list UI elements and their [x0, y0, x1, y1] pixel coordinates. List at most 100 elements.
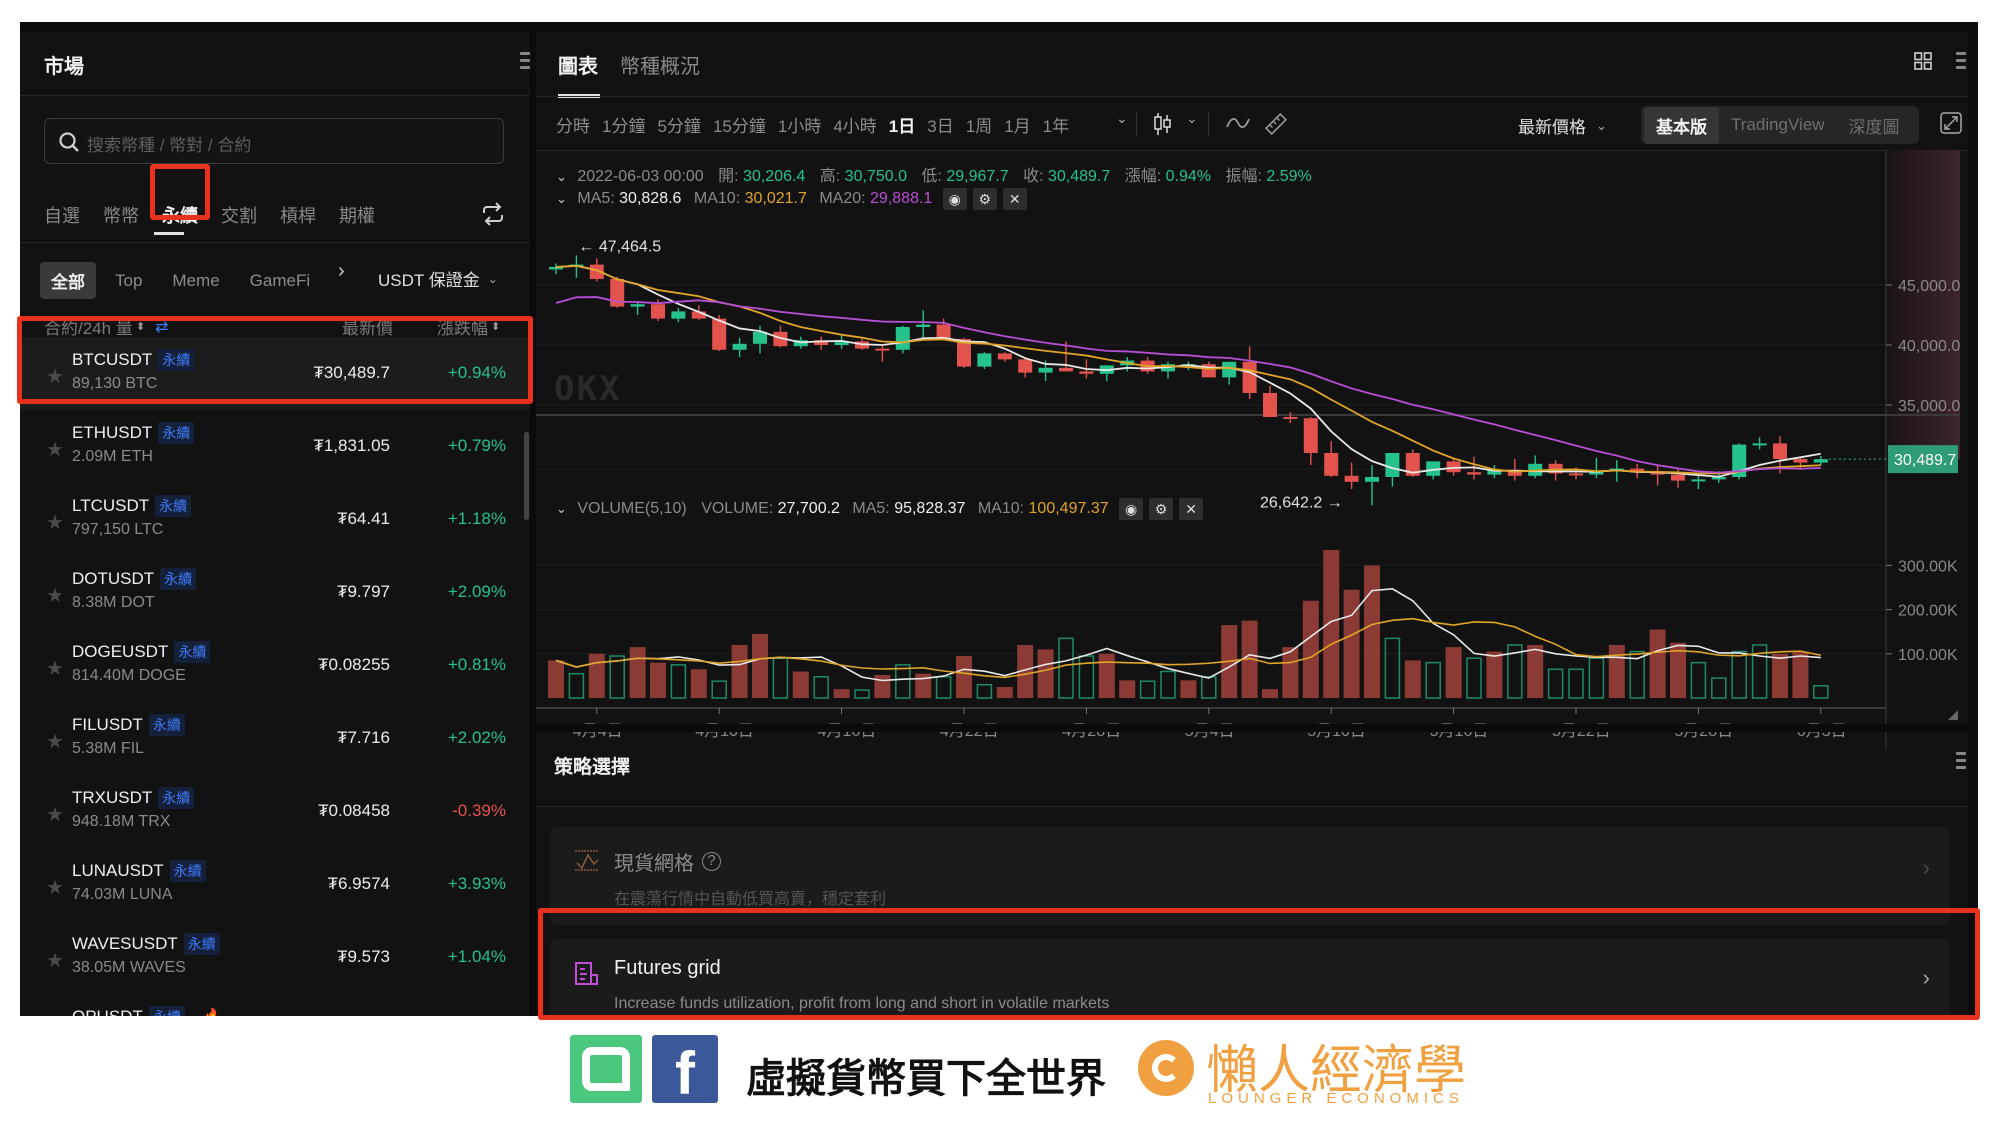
- indicator-wave-icon[interactable]: [1226, 116, 1250, 130]
- strategy-card-futures-grid[interactable]: Futures grid Increase funds utilization,…: [550, 939, 1950, 1016]
- volume-bar: [1262, 689, 1278, 698]
- view-option-2[interactable]: 深度圖: [1837, 107, 1912, 144]
- strategy-card-spot-grid[interactable]: 現貨網格 ? 在震蕩行情中自動低買高賣，穩定套利 ›: [550, 827, 1950, 925]
- market-row[interactable]: ★ LTCUSDT 永續 797,150 LTC ₮64.41 +1.18%: [20, 483, 530, 556]
- market-tab-5[interactable]: 期權: [339, 202, 375, 228]
- market-row[interactable]: ★ DOGEUSDT 永續 814.40M DOGE ₮0.08255 +0.81%: [20, 629, 530, 702]
- interval-3[interactable]: 15分鐘: [713, 112, 766, 137]
- candle-body: [651, 304, 665, 319]
- more-intervals-chevron-icon[interactable]: ⌄: [1116, 110, 1128, 127]
- column-header-change[interactable]: 漲跌幅 ⬍: [437, 314, 500, 339]
- candle-body: [977, 353, 992, 367]
- volume-bar: [1711, 677, 1727, 699]
- filter-chip-3[interactable]: GameFi: [239, 265, 321, 297]
- favorite-star-icon[interactable]: ★: [46, 510, 64, 535]
- fullscreen-icon[interactable]: [1940, 112, 1962, 134]
- line-logo-icon[interactable]: [570, 1035, 642, 1103]
- search-input[interactable]: 搜索幣種 / 幣對 / 合約: [44, 118, 504, 164]
- market-row[interactable]: ★ BTCUSDT 永續 89,130 BTC ₮30,489.7 +0.94%: [20, 337, 530, 410]
- interval-10[interactable]: 1年: [1043, 112, 1069, 137]
- candle-body: [671, 311, 686, 319]
- filter-chip-1[interactable]: Top: [104, 265, 153, 297]
- scrollbar[interactable]: [524, 432, 529, 520]
- price-tick-label: 35,000.0: [1898, 398, 1960, 415]
- market-row[interactable]: ★OPUSDT永續🔥₮1.5454+1.43%: [20, 994, 530, 1016]
- price-type-select[interactable]: 最新價格 ⌄: [1518, 113, 1607, 138]
- help-icon[interactable]: ?: [702, 852, 721, 871]
- swap-icon[interactable]: ⇄: [155, 317, 168, 337]
- favorite-star-icon[interactable]: ★: [46, 364, 64, 389]
- favorite-star-icon[interactable]: ★: [46, 729, 64, 754]
- market-row[interactable]: ★ WAVESUSDT 永續 38.05M WAVES ₮9.573 +1.04%: [20, 921, 530, 994]
- volume-tick-label: 200.00K: [1898, 603, 1958, 620]
- price-chart[interactable]: 45,000.0 40,000.0 35,000.0 300.00K 200.00K 10…: [536, 150, 1968, 750]
- interval-2[interactable]: 5分鐘: [657, 112, 700, 137]
- symbol-name: LTCUSDT: [72, 496, 150, 515]
- facebook-logo-icon[interactable]: f: [652, 1035, 718, 1107]
- interval-7[interactable]: 3日: [927, 112, 953, 137]
- filter-chip-0[interactable]: 全部: [40, 262, 96, 299]
- column-header-price[interactable]: 最新價: [342, 314, 393, 339]
- column-header-volume[interactable]: 合約/24h 量 ⬍ ⇄: [44, 314, 168, 339]
- filter-chip-2[interactable]: Meme: [161, 265, 230, 297]
- market-tab-0[interactable]: 自選: [44, 202, 80, 228]
- refresh-icon[interactable]: [480, 202, 506, 226]
- interval-5[interactable]: 4小時: [833, 112, 876, 137]
- price-tick-label: 40,000.0: [1898, 338, 1960, 355]
- volume-bar: [1302, 600, 1319, 698]
- interval-4[interactable]: 1小時: [778, 112, 821, 137]
- market-tab-1[interactable]: 幣幣: [103, 202, 139, 228]
- favorite-star-icon[interactable]: ★: [46, 656, 64, 681]
- drawing-ruler-icon[interactable]: [1264, 112, 1288, 136]
- panel-menu-icon[interactable]: [1956, 752, 1966, 772]
- interval-1[interactable]: 1分鐘: [602, 112, 645, 137]
- volume-bar: [1731, 650, 1747, 699]
- change-percent: +2.09%: [447, 582, 506, 601]
- view-option-1[interactable]: TradingView: [1719, 109, 1837, 141]
- interval-0[interactable]: 分時: [556, 112, 590, 137]
- ma5-line: [555, 264, 1821, 478]
- symbol-name: DOGEUSDT: [72, 642, 169, 661]
- filter-scroll-right-icon[interactable]: ›: [338, 260, 345, 283]
- favorite-star-icon[interactable]: ★: [46, 583, 64, 608]
- change-percent: +0.94%: [447, 363, 506, 382]
- candle-body: [1569, 473, 1583, 476]
- layout-grid-icon[interactable]: [1914, 52, 1932, 70]
- market-row[interactable]: ★ TRXUSDT 永續 948.18M TRX ₮0.08458 -0.39%: [20, 775, 530, 848]
- market-row[interactable]: ★ ETHUSDT 永續 2.09M ETH ₮1,831.05 +0.79%: [20, 410, 530, 483]
- volume-24h: 2.09M ETH: [72, 448, 153, 465]
- chart-type-chevron-icon[interactable]: ⌄: [1186, 110, 1198, 127]
- market-row[interactable]: ★ LUNAUSDT 永續 74.03M LUNA ₮6.9574 +3.93%: [20, 848, 530, 921]
- panel-menu-icon[interactable]: [520, 52, 530, 72]
- favorite-star-icon[interactable]: ★: [46, 802, 64, 827]
- margin-select[interactable]: USDT 保證金 ⌄: [378, 266, 498, 291]
- perpetual-badge: 永續: [169, 860, 206, 882]
- market-tab-4[interactable]: 槓桿: [280, 202, 316, 228]
- market-row[interactable]: ★ FILUSDT 永續 5.38M FIL ₮7.716 +2.02%: [20, 702, 530, 775]
- volume-24h: 8.38M DOT: [72, 594, 155, 611]
- favorite-star-icon[interactable]: ★: [46, 437, 64, 462]
- interval-6[interactable]: 1日: [889, 112, 915, 137]
- view-option-0[interactable]: 基本版: [1644, 106, 1719, 144]
- market-tab-2[interactable]: 永續: [162, 202, 198, 228]
- favorite-star-icon[interactable]: ★: [46, 948, 64, 973]
- volume-bar: [1568, 668, 1584, 699]
- symbol-name: FILUSDT: [72, 715, 143, 734]
- market-tab-3[interactable]: 交割: [221, 202, 257, 228]
- candle-body: [1467, 472, 1481, 475]
- volume-tick-label: 300.00K: [1898, 558, 1958, 575]
- chart-tab-0[interactable]: 圖表: [558, 50, 598, 79]
- interval-9[interactable]: 1月: [1004, 112, 1030, 137]
- favorite-star-icon[interactable]: ★: [46, 875, 64, 900]
- change-percent: +1.04%: [447, 947, 506, 966]
- symbol-name: LUNAUSDT: [72, 861, 164, 880]
- candlestick-type-icon[interactable]: [1154, 112, 1172, 136]
- panel-menu-icon[interactable]: [1956, 52, 1966, 72]
- chart-tab-1[interactable]: 幣種概況: [620, 50, 700, 79]
- interval-8[interactable]: 1周: [966, 112, 992, 137]
- market-row[interactable]: ★ DOTUSDT 永續 8.38M DOT ₮9.797 +2.09%: [20, 556, 530, 629]
- volume-bar: [833, 689, 850, 698]
- volume-bar: [711, 680, 727, 699]
- volume-bar: [1058, 637, 1074, 699]
- candle-body: [732, 343, 747, 350]
